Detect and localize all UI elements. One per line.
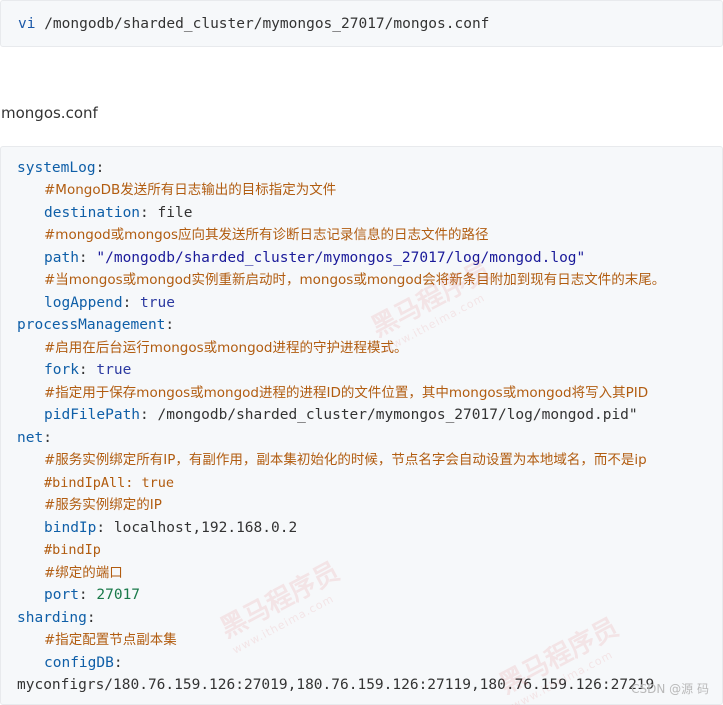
comment-destination: #MongoDB发送所有日志输出的目标指定为文件	[44, 182, 337, 198]
command-line: vi /mongodb/sharded_cluster/mymongos_270…	[18, 15, 489, 34]
comment-bindIp-desc: #服务实例绑定的IP	[44, 497, 162, 513]
comment-path: #mongod或mongos应向其发送所有诊断日志记录信息的日志文件的路径	[44, 227, 489, 243]
line-configDB-value: myconfigrs/180.76.159.126:27019,180.76.1…	[17, 677, 655, 693]
line-net: net:	[17, 430, 52, 446]
config-code-block: systemLog: #MongoDB发送所有日志输出的目标指定为文件 dest…	[0, 146, 723, 705]
line-sharding: sharding:	[17, 610, 96, 626]
line-configDB: configDB:	[44, 655, 123, 671]
line-logAppend: logAppend: true	[44, 295, 175, 311]
command-path: /mongodb/sharded_cluster/mymongos_27017/…	[35, 16, 490, 32]
file-caption: mongos.conf	[1, 104, 98, 122]
line-bindIp: bindIp: localhost,192.168.0.2	[44, 520, 298, 536]
footer-watermark: CSDN @源 码	[631, 682, 709, 696]
line-pidFilePath: pidFilePath: /mongodb/sharded_cluster/my…	[44, 407, 638, 423]
line-systemLog: systemLog:	[17, 160, 105, 176]
comment-logAppend: #当mongos或mongod实例重新启动时，mongos或mongod会将新条…	[44, 272, 666, 288]
line-port: port: 27017	[44, 587, 141, 603]
command-code-block: vi /mongodb/sharded_cluster/mymongos_270…	[0, 0, 723, 47]
command-keyword: vi	[18, 16, 36, 32]
line-destination: destination: file	[44, 205, 193, 221]
line-path: path: "/mongodb/sharded_cluster/mymongos…	[44, 250, 586, 266]
line-processManagement: processManagement:	[17, 317, 175, 333]
comment-sharding: #指定配置节点副本集	[44, 632, 177, 648]
comment-bindIpAll: #bindIpAll: true	[44, 475, 175, 491]
comment-pidFilePath: #指定用于保存mongos或mongod进程的进程ID的文件位置，其中mongo…	[44, 385, 649, 401]
comment-bindIp: #bindIp	[44, 542, 101, 558]
comment-port: #绑定的端口	[44, 565, 123, 581]
comment-fork: #启用在后台运行mongos或mongod进程的守护进程模式。	[44, 340, 408, 356]
line-fork: fork: true	[44, 362, 132, 378]
comment-net: #服务实例绑定所有IP，有副作用，副本集初始化的时候，节点名字会自动设置为本地域…	[44, 452, 647, 468]
